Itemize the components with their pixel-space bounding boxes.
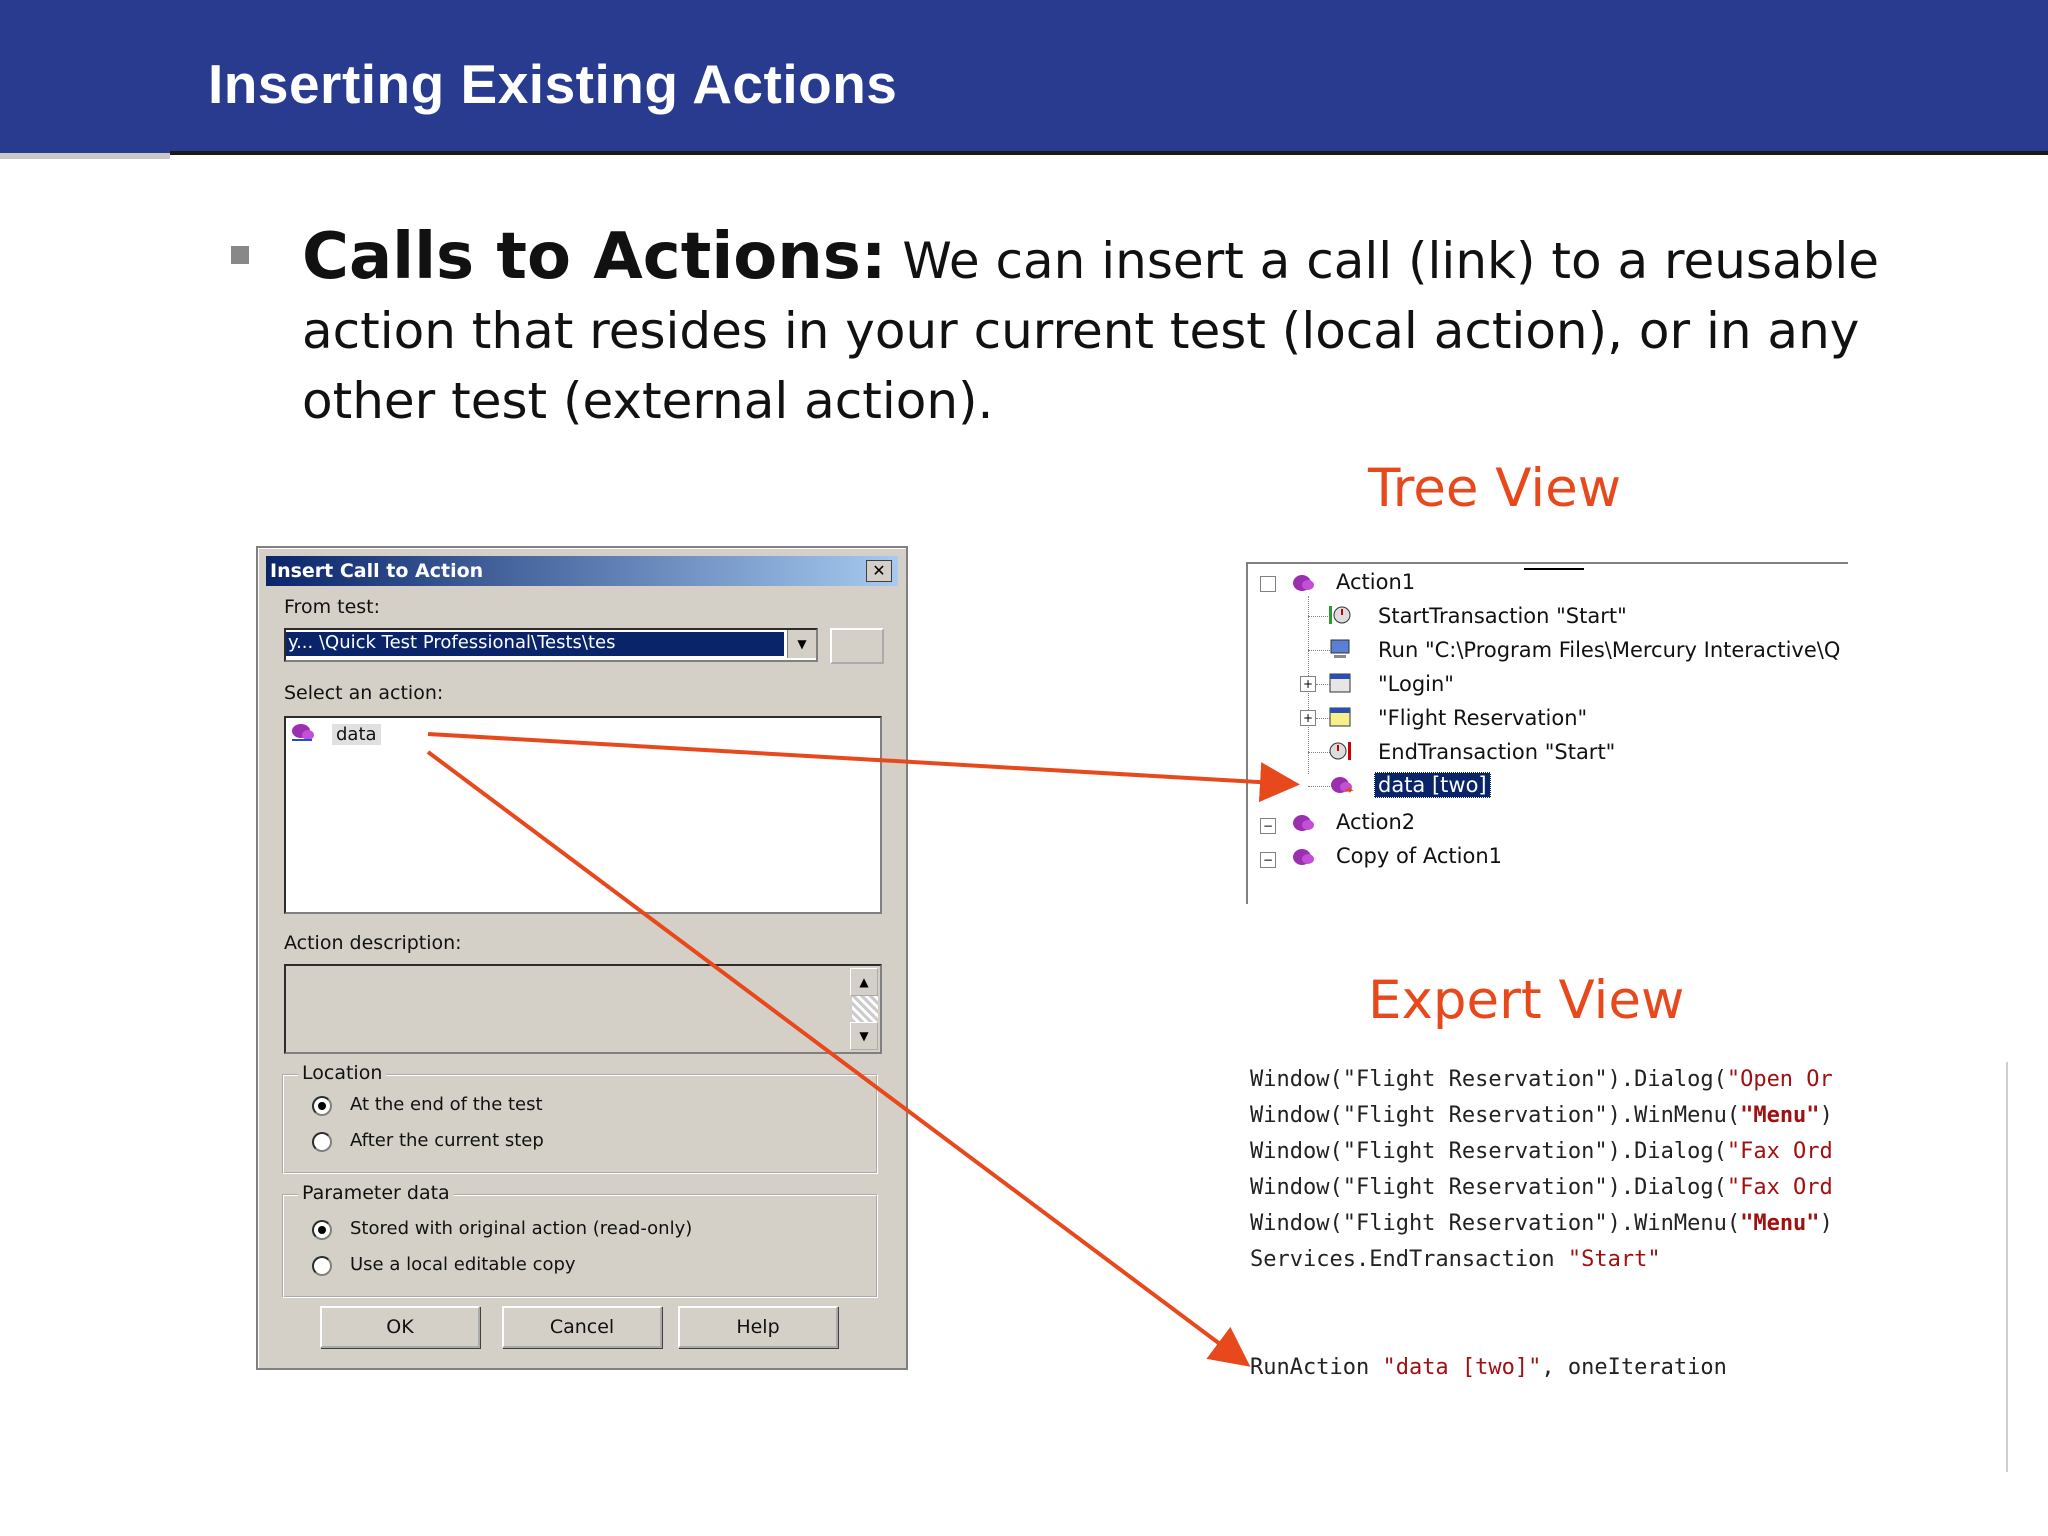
callout-arrows — [426, 732, 1300, 1367]
arrow-to-expert — [426, 750, 1251, 1367]
arrow-to-tree — [427, 732, 1300, 803]
